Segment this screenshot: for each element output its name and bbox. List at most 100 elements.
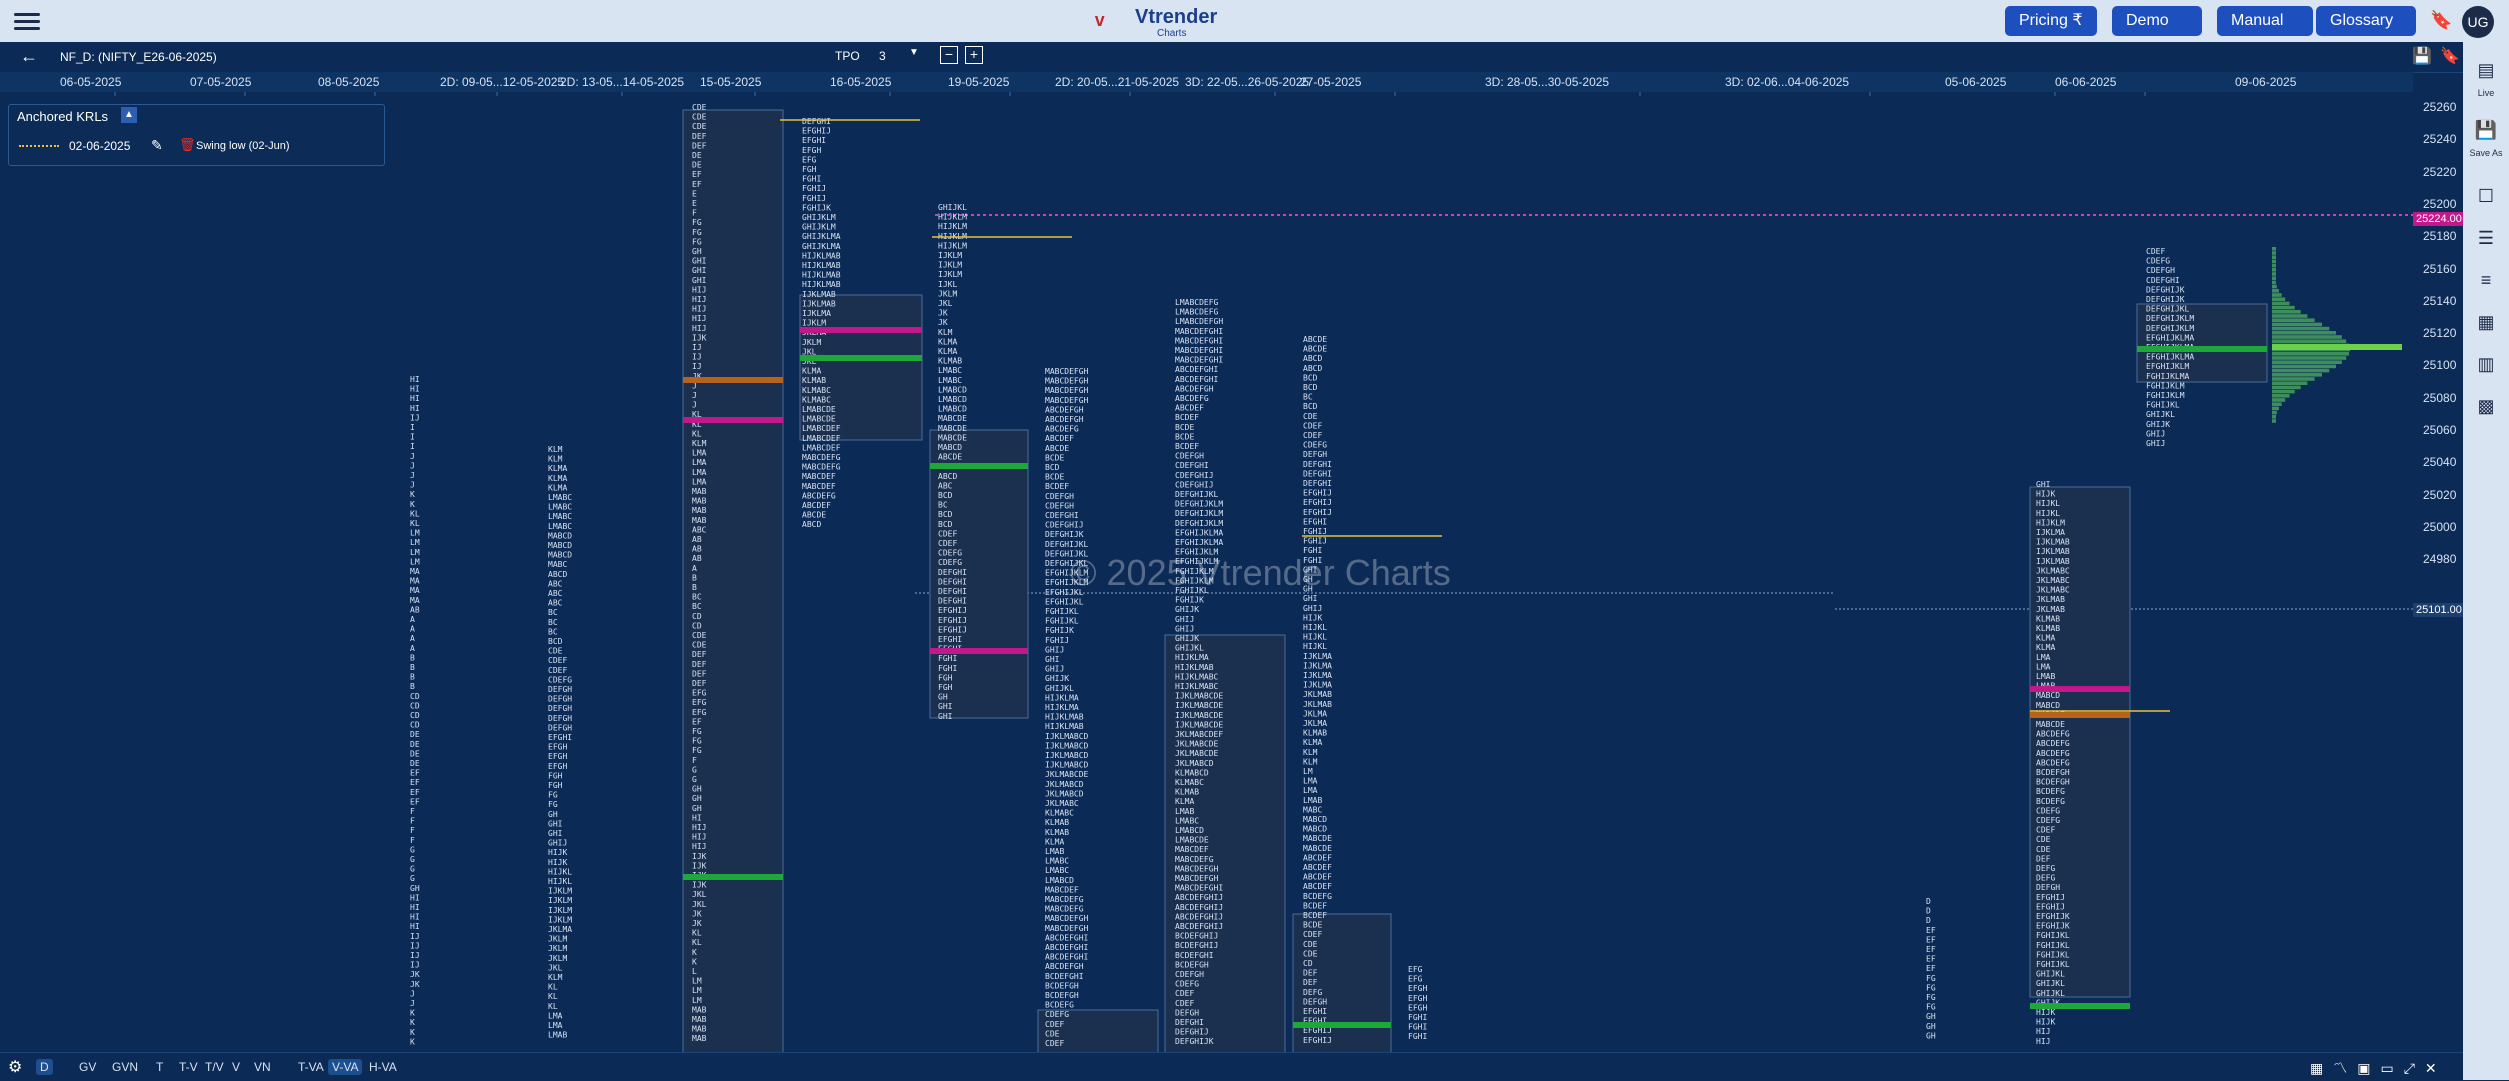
- tpo-row: FGHIJKLMA: [2146, 372, 2190, 381]
- tpo-row: DEFGHIJKLM: [1175, 519, 1223, 528]
- list-icon[interactable]: ☰: [2474, 228, 2498, 249]
- tpo-row: FGHIJKL: [2036, 950, 2070, 959]
- tpo-row: CDEFGHI: [1045, 511, 1079, 520]
- tpo-row: GHIJ: [1303, 604, 1322, 613]
- square-icon[interactable]: ☐: [2474, 186, 2498, 207]
- tpo-row: CDEFGH: [1175, 970, 1204, 979]
- line-chart-icon[interactable]: 〽: [2333, 1060, 2357, 1076]
- tpo-row: JKLMA: [1303, 709, 1327, 718]
- window-icon[interactable]: ▭: [2380, 1060, 2403, 1076]
- glossary-button[interactable]: Glossary ⓘ: [2316, 6, 2416, 58]
- tab-t[interactable]: T: [152, 1059, 167, 1075]
- volume-bar: [2272, 352, 2350, 356]
- tpo-size-select[interactable]: 3 ▼: [875, 46, 925, 66]
- tpo-row: IJKLMA: [1303, 671, 1332, 680]
- pricing-button[interactable]: Pricing ₹: [2005, 6, 2097, 36]
- tab-vn[interactable]: VN: [250, 1059, 275, 1075]
- tpo-row: KLMAB: [1045, 828, 1069, 837]
- columns-icon[interactable]: ▥: [2474, 354, 2498, 375]
- price-tag-top: 25224.00: [2413, 212, 2465, 226]
- tab-gv[interactable]: GV: [75, 1059, 100, 1075]
- tab-vva[interactable]: V-VA: [328, 1059, 363, 1075]
- tpo-row: CDEF: [938, 529, 957, 538]
- tpo-row: IJ: [692, 343, 702, 352]
- tpo-row: DEF: [692, 141, 707, 150]
- manual-button[interactable]: Manual ▤: [2217, 6, 2313, 58]
- tpo-row: GH: [548, 810, 558, 819]
- tpo-row: JKL: [548, 963, 563, 972]
- volume-bar: [2272, 385, 2301, 390]
- tab-hva[interactable]: H-VA: [365, 1059, 401, 1075]
- tpo-label: TPO: [835, 49, 860, 63]
- top-bar: ᵛ Vtrender Charts Pricing ₹ Demo Manual …: [0, 0, 2509, 58]
- tpo-row: LMA: [1303, 777, 1318, 786]
- delete-icon[interactable]: 🗑: [179, 137, 196, 153]
- fullscreen-icon[interactable]: ⤢: [2404, 1060, 2425, 1076]
- zoom-in-icon[interactable]: +: [965, 46, 983, 64]
- lines-icon[interactable]: ≡: [2474, 270, 2498, 291]
- save-icon[interactable]: 💾: [2412, 46, 2432, 66]
- tpo-row: GH: [1926, 1012, 1936, 1021]
- tab-v[interactable]: V: [228, 1059, 244, 1075]
- tab-gvn[interactable]: GVN: [108, 1059, 142, 1075]
- brand-logo[interactable]: ᵛ Vtrender Charts: [1095, 4, 1217, 39]
- tpo-row: DEFGH: [548, 695, 572, 704]
- close-icon[interactable]: ✕: [2425, 1060, 2447, 1076]
- tpo-row: KLMA: [1303, 738, 1322, 747]
- tpo-row: FGHIJ: [1303, 537, 1327, 546]
- tpo-row: K: [410, 490, 415, 499]
- tpo-row: DEFGH: [548, 723, 572, 732]
- tpo-row: BCDEFGHIJ: [1175, 932, 1218, 941]
- tpo-row: HIJKLMAB: [1045, 713, 1084, 722]
- price-tick-label: 24980: [2423, 552, 2457, 567]
- hamburger-menu-icon[interactable]: [14, 9, 40, 33]
- tpo-row: LMA: [2036, 662, 2051, 671]
- tpo-row: LMABC: [938, 366, 962, 375]
- tpo-row: FGHI: [1408, 1023, 1427, 1032]
- tpo-row: HIJKL: [548, 867, 572, 876]
- tpo-row: CDEF: [1045, 1039, 1064, 1048]
- edit-icon[interactable]: ✎: [151, 137, 163, 154]
- tpo-row: FG: [1926, 1003, 1936, 1012]
- tpo-row: DEFGHIJKLM: [2146, 324, 2194, 333]
- tpo-row: EFGHIJ: [1303, 498, 1332, 507]
- bookmark-icon[interactable]: 🔖: [2430, 10, 2452, 32]
- grid-toggle-icon[interactable]: ▣: [2357, 1060, 2380, 1076]
- tpo-row: MABCDE: [938, 424, 967, 433]
- tpo-row: HIJKLM: [2036, 518, 2065, 527]
- tpo-row: J: [410, 989, 415, 998]
- tpo-row: KLMA: [2036, 634, 2055, 643]
- tpo-row: JKL: [692, 900, 707, 909]
- document-icon[interactable]: ▤: [2474, 60, 2498, 81]
- tab-tva[interactable]: T-VA: [294, 1059, 328, 1075]
- demo-button[interactable]: Demo: [2112, 6, 2202, 57]
- tiles-icon[interactable]: ▩: [2474, 396, 2498, 417]
- bookmark-add-icon[interactable]: 🔖: [2440, 46, 2460, 66]
- user-avatar[interactable]: UG: [2462, 6, 2494, 38]
- tab-tv[interactable]: T-V: [175, 1059, 202, 1075]
- save-as-icon[interactable]: 💾: [2474, 120, 2498, 141]
- tpo-row: MABCDEFGH: [1045, 367, 1089, 376]
- back-arrow-icon[interactable]: ←: [20, 46, 38, 67]
- tpo-row: HIJKLM: [938, 241, 967, 250]
- collapse-icon[interactable]: ▲: [121, 107, 137, 123]
- table-icon[interactable]: ▦: [2310, 1060, 2333, 1076]
- tpo-row: GH: [938, 693, 948, 702]
- tab-d[interactable]: D: [36, 1059, 53, 1075]
- tpo-row: BC: [548, 608, 558, 617]
- tpo-row: BCD: [1303, 373, 1318, 382]
- settings-gear-icon[interactable]: ⚙: [8, 1057, 22, 1077]
- price-tick-label: 25220: [2423, 164, 2457, 179]
- tpo-row: EFGHIJ: [1303, 508, 1332, 517]
- zoom-out-icon[interactable]: −: [940, 46, 958, 64]
- tpo-row: DEFGH: [2036, 883, 2060, 892]
- tpo-row: DEFGHI: [938, 568, 967, 577]
- tab-tv[interactable]: T/V: [201, 1059, 228, 1075]
- tpo-row: ABCD: [802, 520, 821, 529]
- date-label: 3D: 28-05...30-05-2025: [1485, 75, 1610, 89]
- tpo-row: GHIJKLMA: [802, 232, 841, 241]
- grid-icon[interactable]: ▦: [2474, 312, 2498, 333]
- tpo-row: GHI: [1303, 594, 1318, 603]
- tpo-row: KLM: [548, 445, 563, 454]
- tpo-row: FG: [692, 218, 702, 227]
